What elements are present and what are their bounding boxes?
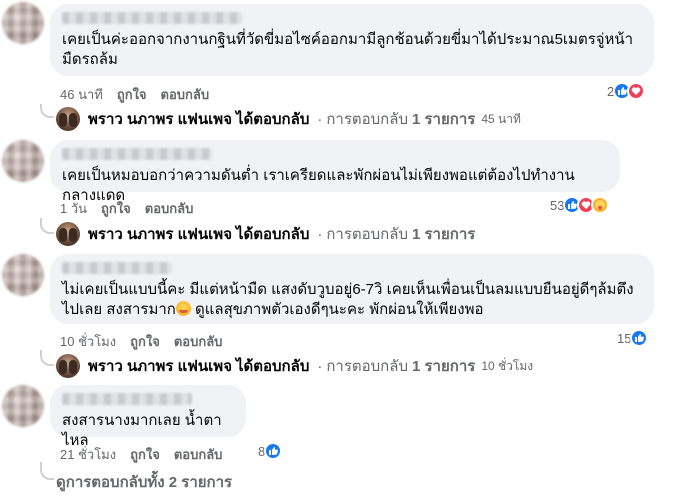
replies-label: การตอบกลับ bbox=[326, 111, 408, 128]
comment-actions: 10 ชั่วโมง ถูกใจ ตอบกลับ bbox=[60, 331, 222, 352]
comment-text: ไม่เคยเป็นแบบนี้คะ มีแต่หน้ามืด แสงดับวู… bbox=[62, 280, 642, 320]
comment-timestamp[interactable]: 1 วัน bbox=[60, 198, 87, 219]
replier-name: พราว นภาพร แฟนเพจ bbox=[88, 226, 232, 243]
commenter-name-redacted[interactable] bbox=[62, 262, 172, 274]
reaction-summary[interactable]: 2 bbox=[607, 82, 646, 100]
commenter-avatar[interactable] bbox=[2, 254, 44, 296]
replied-label: ได้ตอบกลับ bbox=[235, 226, 310, 243]
reply-count: 1 รายการ bbox=[411, 226, 476, 243]
comment-timestamp[interactable]: 21 ชั่วโมง bbox=[60, 444, 116, 465]
separator-dot: · bbox=[317, 110, 323, 128]
love-reaction-icon bbox=[627, 82, 646, 100]
replier-avatar bbox=[56, 107, 80, 131]
reaction-count: 15 bbox=[617, 330, 632, 346]
reply-preview[interactable]: พราว นภาพร แฟนเพจ ได้ตอบกลับ · การตอบกลั… bbox=[56, 222, 475, 246]
reply-thread-line bbox=[40, 462, 54, 480]
replied-label: ได้ตอบกลับ bbox=[235, 111, 310, 128]
reaction-summary[interactable]: 8 bbox=[258, 442, 283, 460]
reply-thread-line bbox=[40, 104, 54, 118]
replier-avatar bbox=[56, 354, 80, 378]
reply-preview[interactable]: พราว นภาพร แฟนเพจ ได้ตอบกลับ · การตอบกลั… bbox=[56, 354, 533, 378]
comment-actions: 21 ชั่วโมง ถูกใจ ตอบกลับ bbox=[60, 444, 222, 465]
reaction-count: 53 bbox=[550, 197, 565, 213]
reply-button[interactable]: ตอบกลับ bbox=[145, 198, 194, 219]
reply-button[interactable]: ตอบกลับ bbox=[174, 331, 223, 352]
comment-actions: 1 วัน ถูกใจ ตอบกลับ bbox=[60, 198, 193, 219]
comment-bubble: เคยเป็นค่ะออกจากงานกฐินที่วัดขี่มอไซค์ออ… bbox=[50, 4, 654, 76]
replies-label: การตอบกลับ bbox=[326, 358, 408, 375]
care-reaction-icon bbox=[591, 196, 610, 214]
like-button[interactable]: ถูกใจ bbox=[101, 198, 131, 219]
reply-count: 1 รายการ bbox=[411, 111, 476, 128]
like-button[interactable]: ถูกใจ bbox=[117, 84, 147, 105]
comment-timestamp[interactable]: 46 นาที bbox=[60, 84, 103, 105]
reply-count: 1 รายการ bbox=[411, 358, 476, 375]
reply-preview[interactable]: พราว นภาพร แฟนเพจ ได้ตอบกลับ · การตอบกลั… bbox=[56, 107, 521, 131]
flushed-emoji-icon bbox=[175, 301, 191, 316]
replier-name: พราว นภาพร แฟนเพจ bbox=[88, 111, 232, 128]
like-button[interactable]: ถูกใจ bbox=[130, 331, 160, 352]
commenter-name-redacted[interactable] bbox=[62, 148, 212, 160]
comment-bubble: ไม่เคยเป็นแบบนี้คะ มีแต่หน้ามืด แสงดับวู… bbox=[50, 254, 654, 324]
replied-label: ได้ตอบกลับ bbox=[235, 358, 310, 375]
reply-timestamp: 10 ชั่วโมง bbox=[481, 358, 534, 373]
commenter-avatar[interactable] bbox=[2, 385, 44, 427]
comment-bubble: เคยเป็นหมอบอกว่าความดันต่ำ เราเครียดและพ… bbox=[50, 140, 620, 204]
replies-label: การตอบกลับ bbox=[326, 226, 408, 243]
separator-dot: · bbox=[317, 225, 323, 243]
reaction-summary[interactable]: 53 bbox=[550, 196, 610, 214]
reply-thread-line bbox=[40, 350, 54, 366]
reaction-summary[interactable]: 15 bbox=[617, 329, 649, 347]
commenter-avatar[interactable] bbox=[2, 2, 44, 44]
comment-text: เคยเป็นค่ะออกจากงานกฐินที่วัดขี่มอไซค์ออ… bbox=[62, 31, 634, 68]
separator-dot: · bbox=[317, 357, 323, 375]
replier-name: พราว นภาพร แฟนเพจ bbox=[88, 358, 232, 375]
like-reaction-icon bbox=[630, 329, 649, 347]
reply-button[interactable]: ตอบกลับ bbox=[174, 444, 223, 465]
reply-button[interactable]: ตอบกลับ bbox=[161, 84, 210, 105]
see-all-replies-link[interactable]: ดูการตอบกลับทั้ง 2 รายการ bbox=[56, 470, 232, 494]
commenter-name-redacted[interactable] bbox=[62, 12, 242, 24]
commenter-name-redacted[interactable] bbox=[62, 393, 192, 405]
reply-thread-line bbox=[40, 218, 54, 234]
reply-timestamp: 45 นาที bbox=[481, 111, 521, 126]
commenter-avatar[interactable] bbox=[2, 140, 44, 182]
comment-text-part-2: ดูแลสุขภาพตัวเองดีๆนะคะ พักผ่อนให้เพียงพ… bbox=[190, 301, 484, 318]
comment-actions: 46 นาที ถูกใจ ตอบกลับ bbox=[60, 84, 209, 105]
see-all-replies-label: ดูการตอบกลับทั้ง 2 รายการ bbox=[56, 474, 233, 491]
replier-avatar bbox=[56, 222, 80, 246]
comment-bubble: สงสารนางมากเลย น้ำตาไหล bbox=[50, 385, 246, 449]
like-reaction-icon bbox=[264, 442, 283, 460]
comment-timestamp[interactable]: 10 ชั่วโมง bbox=[60, 331, 116, 352]
like-button[interactable]: ถูกใจ bbox=[130, 444, 160, 465]
